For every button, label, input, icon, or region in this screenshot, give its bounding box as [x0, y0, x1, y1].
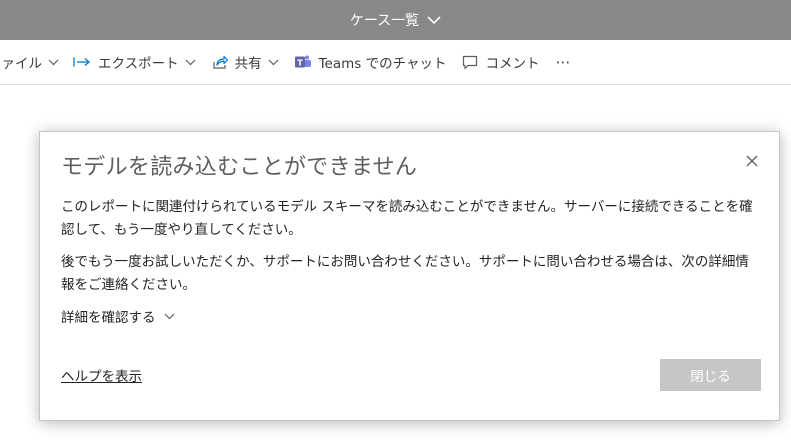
chevron-down-icon: [268, 59, 279, 66]
share-menu[interactable]: 共有: [212, 40, 279, 84]
comment-icon: [462, 55, 478, 70]
report-toolbar: ファイル エクスポート 共有 T Teams でのチャット コメント: [0, 40, 791, 85]
more-options-icon: ⋯: [555, 53, 571, 71]
export-menu-label: エクスポート: [98, 56, 179, 72]
error-dialog: モデルを読み込むことができません このレポートに関連付けられているモデル スキー…: [39, 131, 780, 421]
share-icon: [212, 55, 228, 69]
show-details-toggle[interactable]: 詳細を確認する: [61, 306, 175, 326]
file-menu-label: ファイル: [0, 56, 42, 72]
export-icon: [73, 56, 91, 68]
share-menu-label: 共有: [234, 56, 262, 72]
close-button[interactable]: 閉じる: [660, 359, 761, 391]
svg-text:T: T: [297, 59, 303, 68]
chevron-down-icon: [164, 313, 175, 320]
export-menu[interactable]: エクスポート: [73, 40, 196, 84]
comment-label: コメント: [485, 56, 540, 72]
teams-icon: T: [294, 54, 312, 70]
file-menu[interactable]: ファイル: [0, 40, 59, 84]
teams-chat-label: Teams でのチャット: [318, 56, 447, 72]
show-details-label: 詳細を確認する: [61, 310, 156, 326]
dialog-message-secondary: 後でもう一度お試しいただくか、サポートにお問い合わせください。サポートに問い合わ…: [61, 254, 749, 293]
help-link[interactable]: ヘルプを表示: [61, 365, 142, 385]
chevron-down-icon: [48, 59, 59, 66]
teams-chat-button[interactable]: T Teams でのチャット: [294, 40, 447, 84]
report-title: ケース一覧: [349, 13, 420, 29]
more-options-button[interactable]: ⋯: [555, 40, 570, 84]
chevron-down-icon: [427, 15, 441, 25]
close-icon[interactable]: [743, 152, 761, 170]
comment-button[interactable]: コメント: [462, 40, 539, 84]
dialog-message-primary: このレポートに関連付けられているモデル スキーマを読み込むことができません。サー…: [61, 199, 753, 238]
dialog-title: モデルを読み込むことができません: [61, 155, 418, 180]
report-title-bar[interactable]: ケース一覧: [0, 0, 791, 40]
chevron-down-icon: [185, 59, 196, 66]
